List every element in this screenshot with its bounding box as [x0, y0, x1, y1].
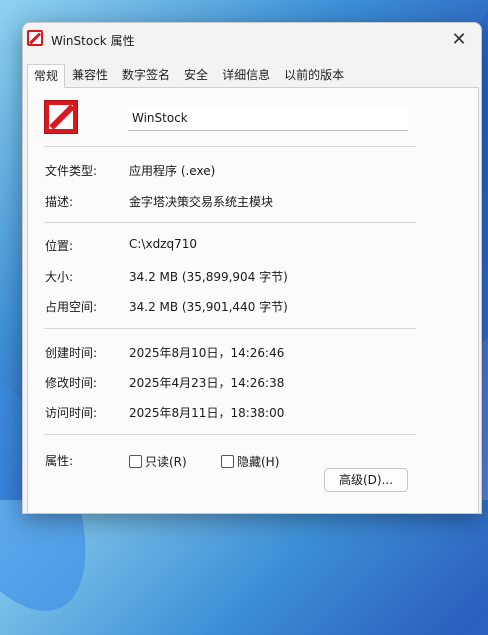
description-value: 金字塔决策交易系统主模块	[129, 195, 274, 209]
file-type-label: 文件类型:	[45, 164, 98, 178]
separator	[44, 328, 416, 329]
advanced-button[interactable]: 高级(D)...	[324, 468, 408, 492]
size-on-disk-value: 34.2 MB (35,901,440 字节)	[129, 300, 288, 314]
tab-digital-signatures[interactable]: 数字签名	[115, 63, 177, 86]
properties-dialog: WinStock 属性 ✕ 常规 兼容性 数字签名 安全 详细信息 以前的版本 …	[22, 22, 482, 514]
modified-value: 2025年4月23日，14:26:38	[129, 376, 285, 390]
accessed-value: 2025年8月11日，18:38:00	[129, 406, 285, 420]
hidden-label[interactable]: 隐藏(H)	[237, 453, 279, 470]
accessed-label: 访问时间:	[45, 406, 98, 420]
created-value: 2025年8月10日，14:26:46	[129, 346, 285, 360]
app-icon	[27, 30, 43, 46]
location-value: C:\xdzq710	[129, 237, 198, 251]
size-label: 大小:	[45, 270, 74, 284]
separator	[44, 146, 416, 147]
created-label: 创建时间:	[45, 346, 98, 360]
close-button[interactable]: ✕	[447, 28, 471, 52]
tab-details[interactable]: 详细信息	[215, 63, 277, 86]
file-type-value: 应用程序 (.exe)	[129, 164, 216, 178]
readonly-checkbox[interactable]	[129, 455, 142, 468]
general-panel: 文件类型: 应用程序 (.exe) 描述: 金字塔决策交易系统主模块 位置: C…	[27, 87, 479, 513]
modified-label: 修改时间:	[45, 376, 98, 390]
close-icon: ✕	[451, 29, 467, 50]
title-bar[interactable]: WinStock 属性 ✕	[23, 23, 481, 57]
size-on-disk-label: 占用空间:	[45, 300, 98, 314]
separator	[44, 434, 416, 435]
tab-bar: 常规 兼容性 数字签名 安全 详细信息 以前的版本	[27, 63, 351, 88]
tab-compatibility[interactable]: 兼容性	[65, 63, 115, 86]
tab-security[interactable]: 安全	[177, 63, 215, 86]
attributes-label: 属性:	[45, 454, 74, 468]
window-title: WinStock 属性	[51, 34, 135, 48]
readonly-label[interactable]: 只读(R)	[145, 453, 187, 470]
tab-previous-versions[interactable]: 以前的版本	[277, 63, 351, 86]
hidden-checkbox[interactable]	[221, 455, 234, 468]
winstock-app-icon	[44, 100, 78, 134]
description-label: 描述:	[45, 195, 74, 209]
location-label: 位置:	[45, 239, 74, 253]
file-name-input[interactable]	[128, 106, 408, 131]
tab-general[interactable]: 常规	[27, 64, 66, 88]
size-value: 34.2 MB (35,899,904 字节)	[129, 270, 288, 284]
separator	[44, 222, 416, 223]
